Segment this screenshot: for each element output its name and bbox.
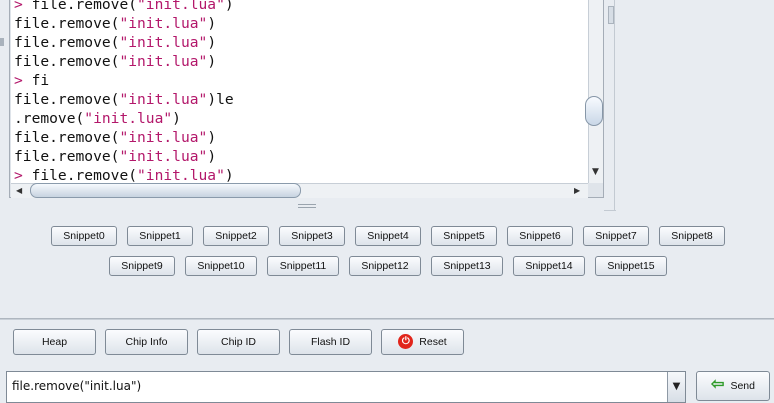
terminal-output[interactable]: > file.remove("init.lua") file.remove("in… <box>11 0 589 183</box>
snippet-button[interactable]: Snippet4 <box>355 226 421 246</box>
reset-button[interactable]: ⏻ Reset <box>381 329 464 355</box>
command-input[interactable] <box>8 373 676 399</box>
terminal-line: file.remove("init.lua") <box>14 147 216 166</box>
terminal-text: file.remove( <box>14 91 120 108</box>
green-arrow-left-icon: ⇦ <box>711 376 725 394</box>
reset-button-label: Reset <box>419 336 447 348</box>
terminal-line: file.remove("init.lua")le <box>14 90 234 109</box>
snippet-button[interactable]: Snippet7 <box>583 226 649 246</box>
terminal-text: )le <box>207 91 234 108</box>
snippet-button[interactable]: Snippet9 <box>109 256 175 276</box>
chevron-down-icon[interactable]: ▼ <box>667 372 685 402</box>
side-panel-border <box>614 0 615 210</box>
terminal-text: file.remove( <box>14 129 120 146</box>
string-literal: "init.lua" <box>137 0 225 13</box>
terminal-text: file.remove( <box>14 34 120 51</box>
string-literal: "init.lua" <box>84 110 173 127</box>
chip-info-button[interactable]: Chip Info <box>105 329 188 355</box>
snippet-button[interactable]: Snippet6 <box>507 226 573 246</box>
terminal-text: ) <box>224 0 234 13</box>
terminal-text: file.remove( <box>31 167 138 183</box>
terminal-text: ) <box>207 129 217 146</box>
terminal-vertical-scrollbar[interactable] <box>588 0 603 183</box>
terminal-line: > file.remove("init.lua") <box>14 0 234 14</box>
terminal-text: file.remove( <box>31 0 138 13</box>
scroll-down-arrow-icon[interactable]: ▼ <box>590 166 601 178</box>
prompt-marker: > <box>14 72 32 89</box>
string-literal: "init.lua" <box>119 129 208 146</box>
terminal-text: ) <box>224 167 234 183</box>
terminal-text: ) <box>207 34 217 51</box>
send-button[interactable]: ⇦ Send <box>696 371 770 401</box>
terminal-line: .remove("init.lua") <box>14 109 181 128</box>
string-literal: "init.lua" <box>119 15 208 32</box>
terminal-text: file.remove( <box>14 148 120 165</box>
terminal-text: file.remove( <box>14 15 120 32</box>
snippet-button[interactable]: Snippet8 <box>659 226 725 246</box>
splitter-grip[interactable] <box>298 204 316 208</box>
terminal-line: file.remove("init.lua") <box>14 14 216 33</box>
terminal-line: > file.remove("init.lua") <box>14 166 234 183</box>
side-panel-scrollbar[interactable] <box>608 6 614 24</box>
send-button-label: Send <box>730 380 755 392</box>
heap-button[interactable]: Heap <box>13 329 96 355</box>
string-literal: "init.lua" <box>119 148 208 165</box>
snippet-button[interactable]: Snippet11 <box>267 256 339 276</box>
horizontal-scroll-thumb[interactable] <box>30 183 301 198</box>
snippet-button[interactable]: Snippet14 <box>513 256 585 276</box>
vertical-scroll-thumb[interactable] <box>585 96 603 126</box>
scroll-left-arrow-icon[interactable]: ◀ <box>16 185 26 196</box>
string-literal: "init.lua" <box>119 53 208 70</box>
terminal-line: file.remove("init.lua") <box>14 52 216 71</box>
terminal-line: file.remove("init.lua") <box>14 33 216 52</box>
power-icon: ⏻ <box>398 333 414 349</box>
snippet-button[interactable]: Snippet10 <box>185 256 257 276</box>
terminal-text: .remove( <box>14 110 85 127</box>
terminal-line: > fi <box>14 71 49 90</box>
snippet-button[interactable]: Snippet15 <box>595 256 667 276</box>
string-literal: "init.lua" <box>137 167 225 183</box>
scroll-right-arrow-icon[interactable]: ▶ <box>574 185 584 196</box>
terminal-text: ) <box>207 15 217 32</box>
snippet-button[interactable]: Snippet13 <box>431 256 503 276</box>
snippet-button[interactable]: Snippet12 <box>349 256 421 276</box>
flash-id-button[interactable]: Flash ID <box>289 329 372 355</box>
string-literal: "init.lua" <box>119 91 208 108</box>
snippet-button[interactable]: Snippet2 <box>203 226 269 246</box>
snippet-button[interactable]: Snippet1 <box>127 226 193 246</box>
snippet-button[interactable]: Snippet0 <box>51 226 117 246</box>
chip-id-button[interactable]: Chip ID <box>197 329 280 355</box>
terminal-text: file.remove( <box>14 53 120 70</box>
prompt-marker: > <box>14 0 32 13</box>
prompt-marker: > <box>14 167 32 183</box>
snippet-button[interactable]: Snippet5 <box>431 226 497 246</box>
left-edge-marker <box>0 38 4 46</box>
terminal-text: ) <box>172 110 181 127</box>
string-literal: "init.lua" <box>119 34 208 51</box>
snippet-button[interactable]: Snippet3 <box>279 226 345 246</box>
terminal-text: ) <box>207 148 217 165</box>
terminal-text: ) <box>207 53 217 70</box>
terminal-line: file.remove("init.lua") <box>14 128 216 147</box>
terminal-text: fi <box>31 72 50 89</box>
side-panel-border-bottom <box>604 210 616 211</box>
